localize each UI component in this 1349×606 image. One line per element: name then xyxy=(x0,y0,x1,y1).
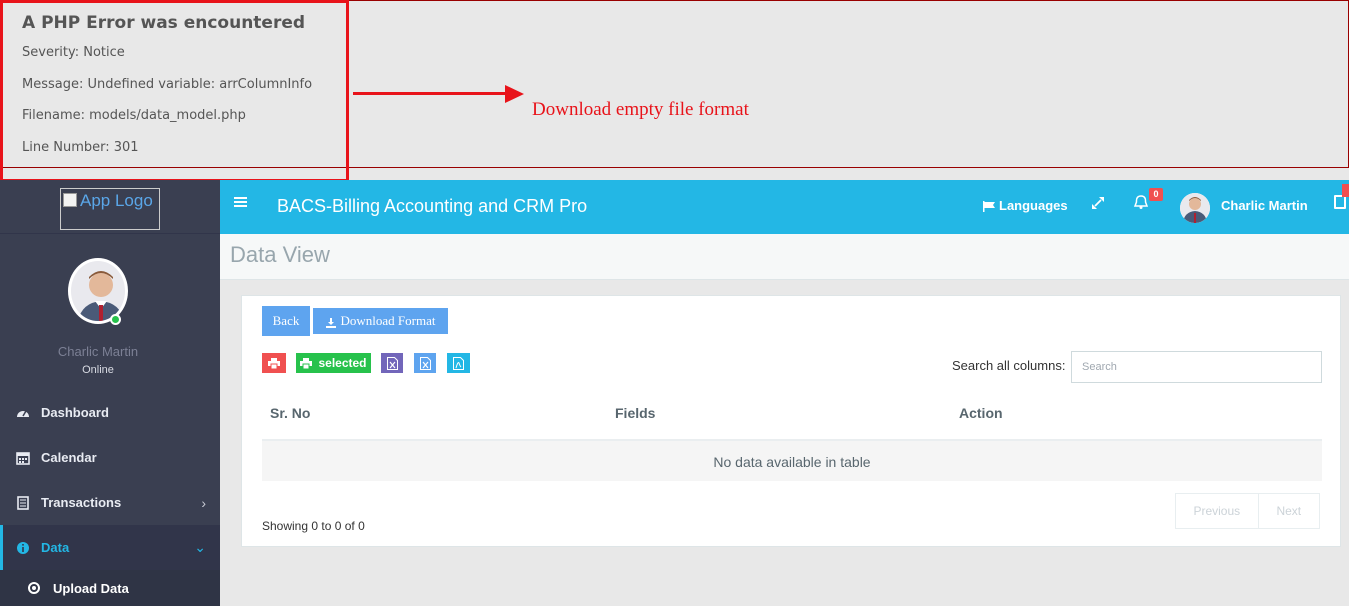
sidebar-item-label: Dashboard xyxy=(41,405,109,420)
info-icon xyxy=(16,541,30,555)
bell-icon[interactable] xyxy=(1133,194,1149,210)
data-view-panel: Back Download Format selected Search all… xyxy=(241,295,1341,547)
logo-area: App Logo xyxy=(0,180,220,234)
sidebar-item-calendar[interactable]: Calendar xyxy=(0,435,220,480)
sidebar-item-label: Data xyxy=(41,540,70,555)
pagination: Previous Next xyxy=(1175,493,1320,529)
hamburger-menu-icon[interactable] xyxy=(234,197,247,207)
print-icon xyxy=(268,357,280,369)
languages-label: Languages xyxy=(999,198,1068,213)
annotation-text: Download empty file format xyxy=(532,99,749,120)
column-header-sr-no[interactable]: Sr. No xyxy=(270,405,310,421)
annotation-highlight-box xyxy=(0,0,349,182)
app-title: BACS-Billing Accounting and CRM Pro xyxy=(277,196,588,216)
table-info: Showing 0 to 0 of 0 xyxy=(262,519,365,533)
sidebar-item-label: Calendar xyxy=(41,450,97,465)
sidebar-user-name: Charlic Martin xyxy=(57,344,139,359)
print-selected-button[interactable]: selected xyxy=(296,353,371,373)
annotation-arrow-head xyxy=(505,85,524,103)
previous-page-button[interactable]: Previous xyxy=(1176,494,1259,528)
header-avatar[interactable] xyxy=(1180,193,1210,223)
app-logo-alt: App Logo xyxy=(80,191,153,210)
circle-dot-icon xyxy=(28,582,40,594)
app-logo[interactable]: App Logo xyxy=(60,188,160,230)
sidebar-item-transactions[interactable]: Transactions › xyxy=(0,480,220,525)
export-csv-button[interactable] xyxy=(414,353,436,373)
column-header-fields[interactable]: Fields xyxy=(615,405,655,421)
languages-menu[interactable]: Languages xyxy=(983,198,1068,213)
column-header-action[interactable]: Action xyxy=(959,405,1003,421)
fullscreen-icon[interactable] xyxy=(1091,196,1105,210)
sidebar-item-upload-data[interactable]: Upload Data xyxy=(0,570,220,606)
page-heading-bar: Data View xyxy=(220,234,1349,280)
sidebar-sub-item-label: Upload Data xyxy=(53,580,129,596)
online-status-dot xyxy=(110,314,121,325)
sidebar-item-data[interactable]: Data ⌄ xyxy=(0,525,220,570)
print-icon xyxy=(300,357,313,369)
search-label: Search all columns: xyxy=(952,358,1066,373)
chevron-down-icon: ⌄ xyxy=(194,539,206,555)
page-title: Data View xyxy=(230,242,330,267)
search-input[interactable] xyxy=(1071,351,1322,383)
export-excel-button[interactable] xyxy=(381,353,403,373)
header-user-name[interactable]: Charlic Martin xyxy=(1221,198,1308,213)
excel-file-icon xyxy=(386,356,398,370)
pdf-file-icon xyxy=(453,356,464,370)
back-button[interactable]: Back xyxy=(262,306,310,336)
print-selected-label: selected xyxy=(318,356,367,370)
right-badge xyxy=(1342,184,1349,197)
dashboard-icon xyxy=(16,406,30,420)
flag-icon xyxy=(983,200,996,212)
avatar[interactable] xyxy=(68,258,128,324)
empty-table-row: No data available in table xyxy=(262,441,1322,481)
mobile-icon[interactable] xyxy=(1334,195,1346,209)
annotation-arrow xyxy=(353,92,508,95)
print-button[interactable] xyxy=(262,353,286,373)
chevron-right-icon: › xyxy=(201,494,206,511)
broken-image-icon xyxy=(63,193,77,207)
sidebar-item-label: Transactions xyxy=(41,495,122,510)
next-page-button[interactable]: Next xyxy=(1259,494,1319,528)
export-pdf-button[interactable] xyxy=(447,353,470,373)
download-icon xyxy=(325,316,336,328)
sidebar-item-dashboard[interactable]: Dashboard xyxy=(0,390,220,435)
notification-badge: 0 xyxy=(1149,188,1163,201)
excel-file-icon xyxy=(419,356,431,370)
ledger-icon xyxy=(16,495,30,510)
download-format-button[interactable]: Download Format xyxy=(313,308,448,334)
top-header: BACS-Billing Accounting and CRM Pro Lang… xyxy=(220,180,1349,234)
download-format-label: Download Format xyxy=(340,313,436,328)
sidebar-user-status: Online xyxy=(82,364,114,376)
calendar-icon xyxy=(16,451,30,465)
sidebar: App Logo Charlic Martin Online Dashboard… xyxy=(0,180,220,606)
